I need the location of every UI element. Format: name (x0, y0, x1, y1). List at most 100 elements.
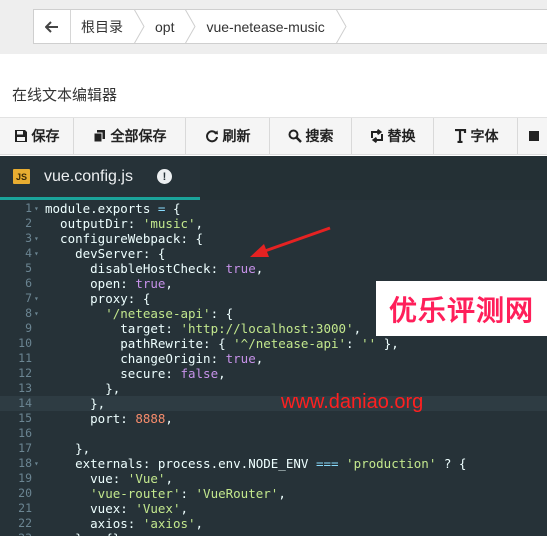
code-line[interactable]: 20 'vue-router': 'VueRouter', (0, 486, 547, 501)
code-text: pathRewrite: { '^/netease-api': '' }, (45, 336, 399, 351)
code-text: '/netease-api': { (45, 306, 233, 321)
code-line[interactable]: 15 port: 8888, (0, 411, 547, 426)
code-token: port: (45, 411, 136, 426)
code-token: configureWebpack: { (45, 231, 204, 246)
code-text: }, (45, 396, 105, 411)
code-line[interactable]: 18 ▾ externals: process.env.NODE_ENV === … (0, 456, 547, 471)
breadcrumb: 根目录 opt vue-netease-music (33, 9, 547, 44)
code-token: module.exports (45, 201, 158, 216)
red-arrow-annotation (250, 226, 331, 257)
code-token: secure: (45, 366, 181, 381)
code-line[interactable]: 14 }, (0, 396, 547, 411)
code-line[interactable]: 23 } : {} (0, 531, 547, 536)
fold-toggle-icon[interactable]: ▾ (34, 306, 42, 321)
breadcrumb-bar: 根目录 opt vue-netease-music (0, 0, 547, 54)
code-token: : (180, 486, 196, 501)
search-button[interactable]: 搜索 (270, 118, 352, 154)
fold-toggle-icon[interactable]: ▾ (34, 291, 42, 306)
line-number: 3 (25, 231, 32, 245)
breadcrumb-label: opt (155, 18, 175, 35)
tab-bar-empty (200, 156, 547, 200)
code-line[interactable]: 11 changeOrigin: true, (0, 351, 547, 366)
back-button[interactable] (34, 10, 71, 43)
code-line[interactable]: 16 (0, 426, 547, 441)
font-button[interactable]: 字体 (434, 118, 518, 154)
code-text: secure: false, (45, 366, 226, 381)
breadcrumb-item-project[interactable]: vue-netease-music (196, 10, 347, 43)
line-number: 23 (0, 531, 32, 536)
code-text: externals: process.env.NODE_ENV === 'pro… (45, 456, 466, 471)
replace-label: 替换 (387, 128, 416, 144)
code-editor[interactable]: 1 ▾ module.exports = {2 outputDir: 'music'… (0, 200, 547, 536)
code-text: devServer: { (45, 246, 165, 261)
code-token: , (165, 411, 173, 426)
code-text: axios: 'axios', (45, 516, 203, 531)
code-line[interactable]: 10 pathRewrite: { '^/netease-api': '' }, (0, 336, 547, 351)
replace-button[interactable]: 替换 (352, 118, 434, 154)
js-file-icon: JS (13, 169, 30, 184)
code-token: changeOrigin: (45, 351, 226, 366)
code-line[interactable]: 22 axios: 'axios', (0, 516, 547, 531)
code-text: configureWebpack: { (45, 231, 203, 246)
code-text: } : {} (45, 531, 120, 536)
code-line[interactable]: 21 vuex: 'Vuex', (0, 501, 547, 516)
save-label: 保存 (31, 128, 60, 144)
refresh-button[interactable]: 刷新 (186, 118, 270, 154)
save-all-button[interactable]: 全部保存 (74, 118, 186, 154)
code-token: }, (45, 381, 121, 396)
breadcrumb-item-opt[interactable]: opt (145, 10, 197, 43)
line-number: 13 (18, 381, 32, 395)
page-title: 在线文本编辑器 (12, 87, 118, 104)
line-number: 8 (25, 306, 32, 320)
code-token: { (165, 201, 181, 216)
file-tab-bar: JS vue.config.js ! (0, 156, 547, 200)
search-label: 搜索 (305, 128, 334, 144)
code-token: } : {} (45, 531, 120, 536)
code-token: proxy: { (45, 291, 151, 306)
code-token: , (218, 366, 226, 381)
fold-toggle-icon[interactable]: ▾ (34, 201, 42, 216)
line-number: 15 (18, 411, 32, 425)
code-token: '/netease-api' (105, 306, 211, 321)
logo-text: 优乐评测网 (388, 294, 534, 326)
chevron-separator-icon (335, 10, 347, 43)
line-number: 9 (25, 321, 32, 335)
watermark-text: www.daniao.org (281, 391, 424, 413)
code-token: externals: process.env.NODE_ENV (45, 456, 316, 471)
line-number: 16 (18, 426, 32, 440)
line-number: 4 (25, 246, 32, 260)
more-toolbar-button[interactable] (518, 118, 547, 154)
line-number: 10 (18, 336, 32, 350)
code-token: pathRewrite: { (45, 336, 234, 351)
floppy-disk-icon (14, 130, 27, 142)
fold-toggle-icon[interactable]: ▾ (34, 456, 42, 471)
code-text: outputDir: 'music', (45, 216, 203, 231)
code-token: , (353, 321, 362, 336)
code-line[interactable]: 17 }, (0, 441, 547, 456)
tab-vue-config-js[interactable]: JS vue.config.js ! (0, 156, 200, 200)
code-token: '' (361, 336, 377, 351)
retweet-icon (370, 129, 383, 143)
code-line[interactable]: 12 secure: false, (0, 366, 547, 381)
code-text: vue: 'Vue', (45, 471, 173, 486)
exclamation-circle-icon[interactable]: ! (156, 169, 172, 184)
breadcrumb-item-root[interactable]: 根目录 (71, 10, 145, 43)
truncated-tool-icon (529, 131, 539, 141)
fold-toggle-icon[interactable]: ▾ (34, 246, 42, 261)
code-line[interactable]: 1 ▾ module.exports = { (0, 201, 547, 216)
code-token: , (195, 516, 204, 531)
fold-toggle-icon[interactable]: ▾ (34, 231, 42, 246)
code-line[interactable]: 5 disableHostCheck: true, (0, 261, 547, 276)
arrow-left-icon (45, 20, 58, 33)
code-line[interactable]: 13 }, (0, 381, 547, 396)
code-token: false (180, 366, 219, 381)
code-line[interactable]: 19 vue: 'Vue', (0, 471, 547, 486)
save-button[interactable]: 保存 (0, 118, 74, 154)
save-all-label: 全部保存 (110, 128, 167, 144)
chevron-separator-icon (133, 10, 145, 43)
code-token: vuex: (45, 501, 136, 516)
code-text: module.exports = { (45, 201, 180, 216)
code-token: : { (210, 306, 234, 321)
